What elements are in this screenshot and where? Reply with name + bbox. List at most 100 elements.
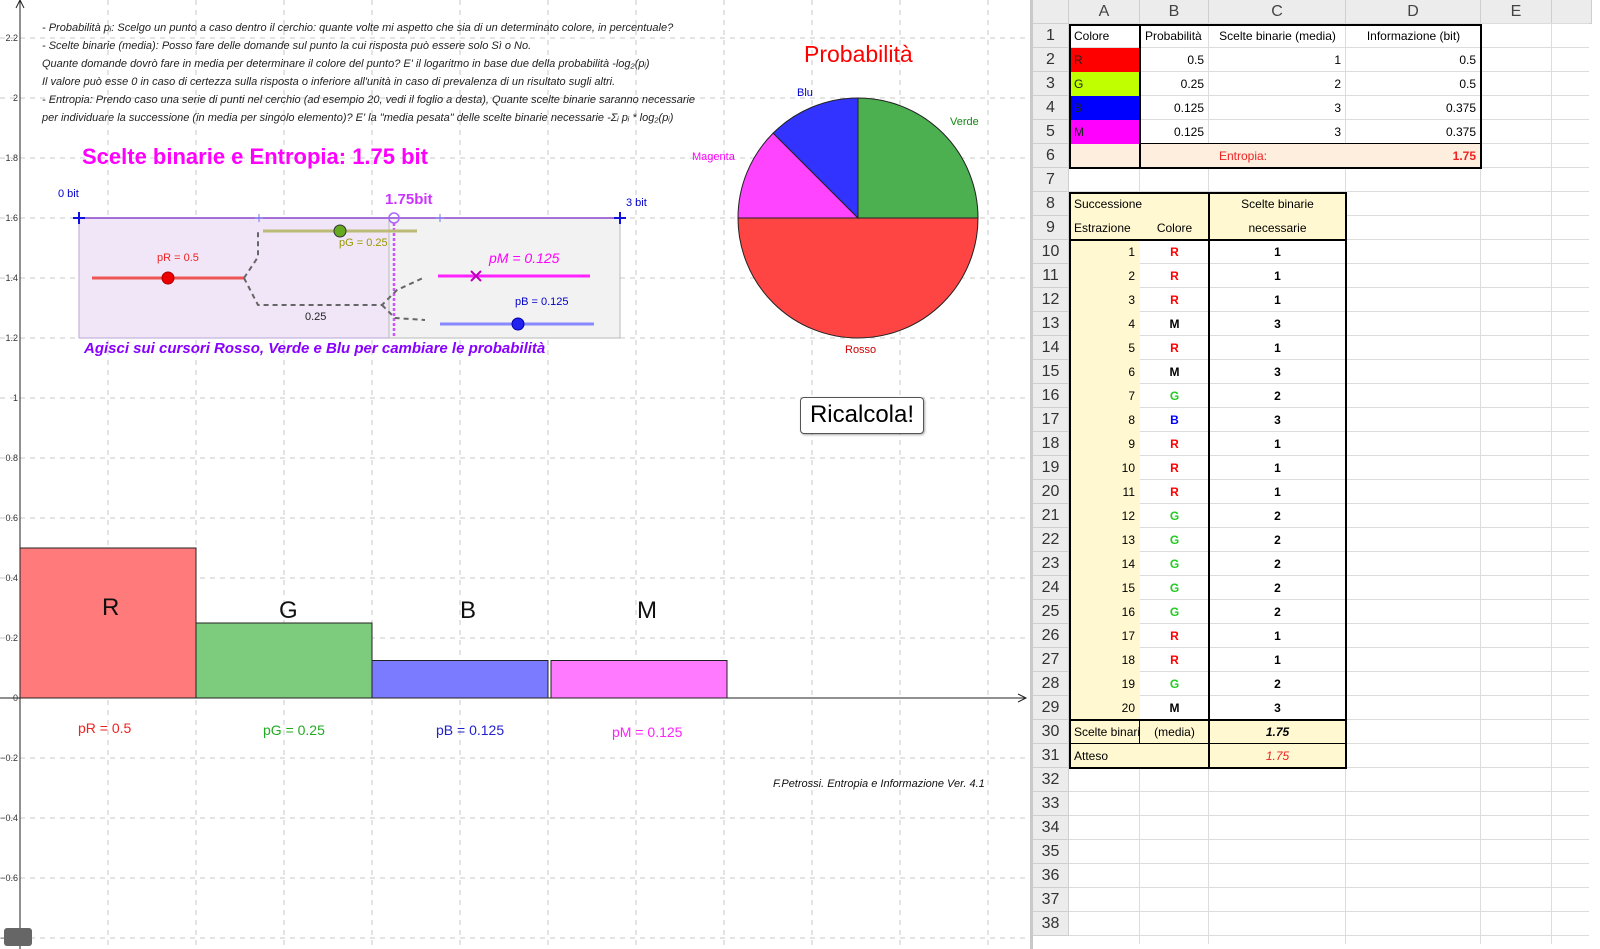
row-header-14[interactable]: 14 bbox=[1033, 336, 1069, 360]
scelte-necessarie-cell[interactable]: 3 bbox=[1209, 360, 1346, 384]
estrazione-cell[interactable]: 6 bbox=[1069, 360, 1140, 384]
info-cell[interactable]: 0.375 bbox=[1346, 120, 1481, 144]
probability-cell[interactable]: 0.25 bbox=[1140, 72, 1209, 96]
scelte-necessarie-cell[interactable]: 1 bbox=[1209, 288, 1346, 312]
atteso-value[interactable]: 1.75 bbox=[1209, 744, 1346, 768]
colore-cell[interactable]: G bbox=[1140, 504, 1209, 528]
row-header-16[interactable]: 16 bbox=[1033, 384, 1069, 408]
column-header-e[interactable]: E bbox=[1481, 0, 1552, 24]
scelte-cell[interactable]: 1 bbox=[1209, 48, 1346, 72]
header-scelte-2[interactable]: necessarie bbox=[1209, 216, 1346, 240]
row-header-15[interactable]: 15 bbox=[1033, 360, 1069, 384]
row-header-29[interactable]: 29 bbox=[1033, 696, 1069, 720]
scelte-necessarie-cell[interactable]: 1 bbox=[1209, 456, 1346, 480]
estrazione-cell[interactable]: 5 bbox=[1069, 336, 1140, 360]
column-header-a[interactable]: A bbox=[1069, 0, 1140, 24]
row-header-8[interactable]: 8 bbox=[1033, 192, 1069, 216]
colore-cell[interactable]: G bbox=[1140, 552, 1209, 576]
colore-cell[interactable]: M bbox=[1140, 360, 1209, 384]
row-header-37[interactable]: 37 bbox=[1033, 888, 1069, 912]
scelte-necessarie-cell[interactable]: 2 bbox=[1209, 504, 1346, 528]
scelte-necessarie-cell[interactable]: 2 bbox=[1209, 384, 1346, 408]
media-value[interactable]: 1.75 bbox=[1209, 720, 1346, 744]
column-header-b[interactable]: B bbox=[1140, 0, 1209, 24]
scelte-necessarie-cell[interactable]: 1 bbox=[1209, 336, 1346, 360]
row-header-26[interactable]: 26 bbox=[1033, 624, 1069, 648]
row-header-22[interactable]: 22 bbox=[1033, 528, 1069, 552]
media-label[interactable]: Scelte binarie bbox=[1069, 720, 1140, 744]
row-header-34[interactable]: 34 bbox=[1033, 816, 1069, 840]
colore-cell[interactable]: R bbox=[1140, 432, 1209, 456]
colore-cell[interactable]: G bbox=[1140, 384, 1209, 408]
row-header-23[interactable]: 23 bbox=[1033, 552, 1069, 576]
estrazione-cell[interactable]: 7 bbox=[1069, 384, 1140, 408]
row-header-27[interactable]: 27 bbox=[1033, 648, 1069, 672]
info-cell[interactable]: 0.5 bbox=[1346, 48, 1481, 72]
row-header-3[interactable]: 3 bbox=[1033, 72, 1069, 96]
probability-cell[interactable]: 0.125 bbox=[1140, 96, 1209, 120]
scelte-cell[interactable]: 2 bbox=[1209, 72, 1346, 96]
colore-cell[interactable]: G bbox=[1140, 528, 1209, 552]
estrazione-cell[interactable]: 4 bbox=[1069, 312, 1140, 336]
colore-cell[interactable]: R bbox=[1140, 480, 1209, 504]
column-header-d[interactable]: D bbox=[1346, 0, 1481, 24]
estrazione-cell[interactable]: 1 bbox=[1069, 240, 1140, 264]
media-label-2[interactable]: (media) bbox=[1140, 720, 1209, 744]
estrazione-cell[interactable]: 19 bbox=[1069, 672, 1140, 696]
colore-cell[interactable]: G bbox=[1140, 672, 1209, 696]
estrazione-cell[interactable]: 12 bbox=[1069, 504, 1140, 528]
atteso-label[interactable]: Atteso bbox=[1069, 744, 1209, 768]
column-header-c[interactable]: C bbox=[1209, 0, 1346, 24]
color-cell-b[interactable]: B bbox=[1069, 96, 1140, 120]
scelte-necessarie-cell[interactable]: 1 bbox=[1209, 240, 1346, 264]
scelte-cell[interactable]: 3 bbox=[1209, 120, 1346, 144]
row-header-20[interactable]: 20 bbox=[1033, 480, 1069, 504]
scelte-necessarie-cell[interactable]: 3 bbox=[1209, 312, 1346, 336]
probability-cell[interactable]: 0.5 bbox=[1140, 48, 1209, 72]
color-cell-m[interactable]: M bbox=[1069, 120, 1140, 144]
header-informazione[interactable]: Informazione (bit) bbox=[1346, 24, 1481, 48]
ricalcola-button[interactable]: Ricalcola! bbox=[800, 397, 924, 434]
colore-cell[interactable]: R bbox=[1140, 240, 1209, 264]
row-header-28[interactable]: 28 bbox=[1033, 672, 1069, 696]
scelte-necessarie-cell[interactable]: 1 bbox=[1209, 264, 1346, 288]
row-header-12[interactable]: 12 bbox=[1033, 288, 1069, 312]
scelte-necessarie-cell[interactable]: 2 bbox=[1209, 552, 1346, 576]
scelte-necessarie-cell[interactable]: 2 bbox=[1209, 576, 1346, 600]
header-scelte[interactable]: Scelte binarie (media) bbox=[1209, 24, 1346, 48]
colore-cell[interactable]: R bbox=[1140, 264, 1209, 288]
row-header-5[interactable]: 5 bbox=[1033, 120, 1069, 144]
row-header-36[interactable]: 36 bbox=[1033, 864, 1069, 888]
colore-cell[interactable]: R bbox=[1140, 624, 1209, 648]
estrazione-cell[interactable]: 18 bbox=[1069, 648, 1140, 672]
estrazione-cell[interactable]: 3 bbox=[1069, 288, 1140, 312]
entropy-label[interactable]: Entropia: bbox=[1140, 144, 1346, 168]
header-colore[interactable]: Colore bbox=[1069, 24, 1140, 48]
row-header-4[interactable]: 4 bbox=[1033, 96, 1069, 120]
estrazione-cell[interactable]: 9 bbox=[1069, 432, 1140, 456]
row-header-24[interactable]: 24 bbox=[1033, 576, 1069, 600]
header-colore-2[interactable]: Colore bbox=[1140, 216, 1209, 240]
row-header-10[interactable]: 10 bbox=[1033, 240, 1069, 264]
row-header-33[interactable]: 33 bbox=[1033, 792, 1069, 816]
scelte-necessarie-cell[interactable]: 2 bbox=[1209, 528, 1346, 552]
row-header-7[interactable]: 7 bbox=[1033, 168, 1069, 192]
colore-cell[interactable]: R bbox=[1140, 336, 1209, 360]
scelte-necessarie-cell[interactable]: 2 bbox=[1209, 600, 1346, 624]
row-header-32[interactable]: 32 bbox=[1033, 768, 1069, 792]
estrazione-cell[interactable]: 11 bbox=[1069, 480, 1140, 504]
scelte-cell[interactable]: 3 bbox=[1209, 96, 1346, 120]
colore-cell[interactable]: G bbox=[1140, 576, 1209, 600]
header-probabilita[interactable]: Probabilità bbox=[1140, 24, 1209, 48]
row-header-1[interactable]: 1 bbox=[1033, 24, 1069, 48]
colore-cell[interactable]: M bbox=[1140, 312, 1209, 336]
estrazione-cell[interactable]: 17 bbox=[1069, 624, 1140, 648]
estrazione-cell[interactable]: 13 bbox=[1069, 528, 1140, 552]
colore-cell[interactable]: M bbox=[1140, 696, 1209, 720]
header-scelte-1[interactable]: Scelte binarie bbox=[1209, 192, 1346, 216]
graphics-canvas[interactable]: 2.2 2 1.8 1.6 1.4 1.2 1 0.8 0.6 0.4 0.2 0 −0.2 −0.4 −0… bbox=[0, 0, 1030, 949]
estrazione-cell[interactable]: 2 bbox=[1069, 264, 1140, 288]
row-header-9[interactable]: 9 bbox=[1033, 216, 1069, 240]
colore-cell[interactable]: R bbox=[1140, 648, 1209, 672]
estrazione-cell[interactable]: 8 bbox=[1069, 408, 1140, 432]
